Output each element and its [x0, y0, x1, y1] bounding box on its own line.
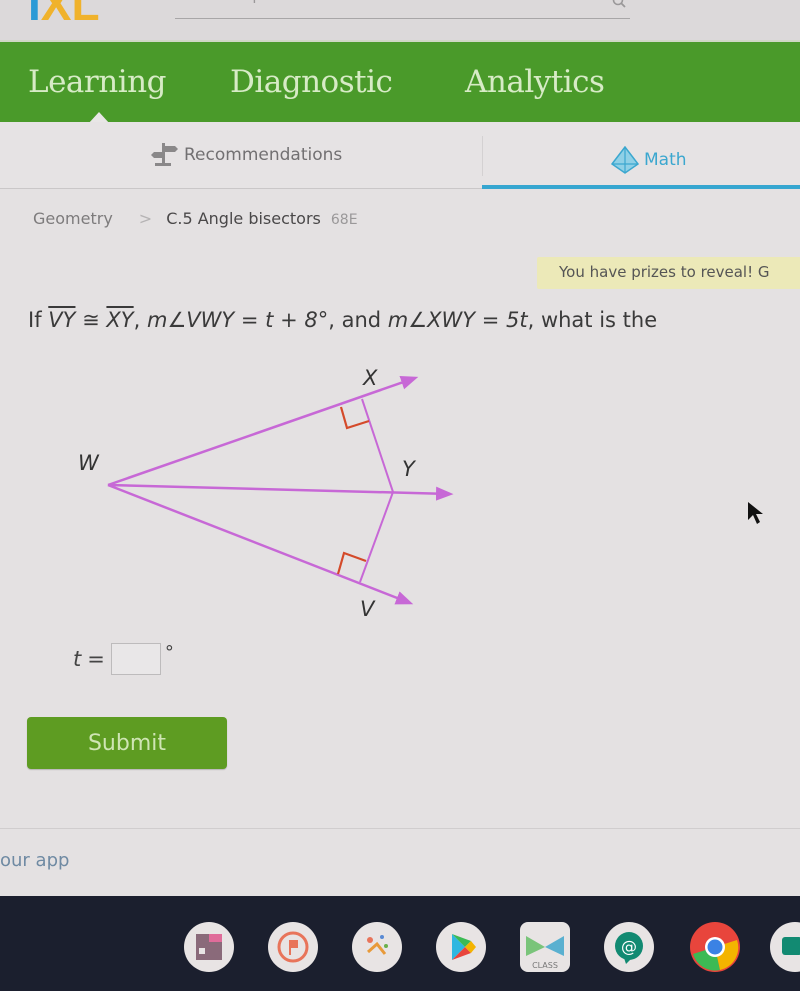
degree-unit: ° — [164, 641, 174, 663]
search-input[interactable]: Search topics and skills — [175, 0, 630, 19]
tab-math-label: Math — [644, 150, 687, 170]
nav-diagnostic[interactable]: Diagnostic — [230, 64, 393, 100]
recommendations-icon — [151, 143, 178, 166]
breadcrumb-geometry[interactable]: Geometry — [33, 209, 113, 228]
question-text: If VY ≅ XY, m∠VWY = t + 8°, and m∠XWY = … — [28, 308, 657, 332]
play-store-icon[interactable] — [436, 922, 486, 972]
label-y: Y — [402, 457, 417, 481]
angle-vwy-expression: m∠VWY = t + 8° — [147, 308, 329, 332]
subtabs: Recommendations Math — [0, 122, 800, 189]
angle-xwy-expression: m∠XWY = 5t — [387, 308, 528, 332]
question-part: ≅ — [75, 308, 107, 332]
nav-analytics[interactable]: Analytics — [465, 64, 605, 100]
angle-bisector-diagram: X W Y V — [78, 366, 454, 621]
breadcrumb: Geometry > C.5 Angle bisectors 68E — [33, 209, 358, 228]
chat-app-icon[interactable]: @ — [604, 922, 654, 972]
tab-divider — [482, 136, 483, 176]
flag-app-icon[interactable] — [268, 922, 318, 972]
meet-icon[interactable] — [770, 922, 800, 972]
right-angle-marker-v — [336, 551, 367, 575]
question-part: , what is the — [527, 308, 658, 332]
search-icon[interactable] — [612, 0, 626, 8]
equals-sign: = — [87, 647, 105, 671]
logo-i: I — [28, 0, 41, 30]
paint-app-icon[interactable] — [352, 922, 402, 972]
skill-code: 68E — [330, 212, 358, 228]
footer-divider — [0, 828, 800, 829]
main-nav: Learning Diagnostic Analytics — [0, 40, 800, 124]
nav-learning[interactable]: Learning — [28, 64, 166, 100]
top-header: IXL Search topics and skills — [0, 0, 800, 40]
prize-banner[interactable]: You have prizes to reveal! G — [537, 257, 800, 289]
ray-wv — [107, 483, 414, 605]
svg-text:@: @ — [621, 937, 637, 956]
pyramid-icon — [610, 146, 640, 174]
answer-input[interactable] — [110, 643, 161, 675]
tab-recommendations[interactable]: Recommendations — [150, 142, 342, 168]
ray-wx — [107, 375, 419, 487]
label-w: W — [78, 451, 100, 475]
taskbar: CLASS @ — [0, 896, 800, 991]
label-x: X — [362, 366, 378, 390]
answer-row: t = ° — [73, 641, 174, 675]
breadcrumb-skill: C.5 Angle bisectors — [166, 209, 321, 228]
qr-app-icon[interactable] — [184, 922, 234, 972]
ray-wy — [107, 483, 454, 501]
segment-xy-line — [361, 398, 394, 493]
class-label: CLASS — [532, 961, 558, 970]
ixl-logo[interactable]: I XL — [28, 0, 100, 30]
label-v: V — [360, 597, 376, 621]
segment-xy: XY — [106, 308, 134, 332]
answer-variable: t — [73, 647, 82, 671]
tab-recommendations-label: Recommendations — [184, 145, 343, 165]
submit-button[interactable]: Submit — [27, 717, 227, 769]
mouse-cursor-icon — [748, 502, 763, 524]
question-part: , — [133, 308, 147, 332]
question-part: If — [28, 308, 49, 332]
active-tab-underline — [482, 185, 800, 189]
segment-vy-line — [359, 491, 394, 583]
question-part: , and — [328, 308, 388, 332]
tab-math[interactable]: Math — [610, 146, 687, 174]
breadcrumb-separator: > — [138, 209, 153, 228]
logo-xl: XL — [40, 0, 100, 30]
chrome-icon[interactable] — [690, 922, 740, 972]
get-app-link[interactable]: our app — [0, 850, 69, 871]
class-app-icon[interactable]: CLASS — [520, 922, 570, 972]
segment-vy: VY — [48, 308, 76, 332]
